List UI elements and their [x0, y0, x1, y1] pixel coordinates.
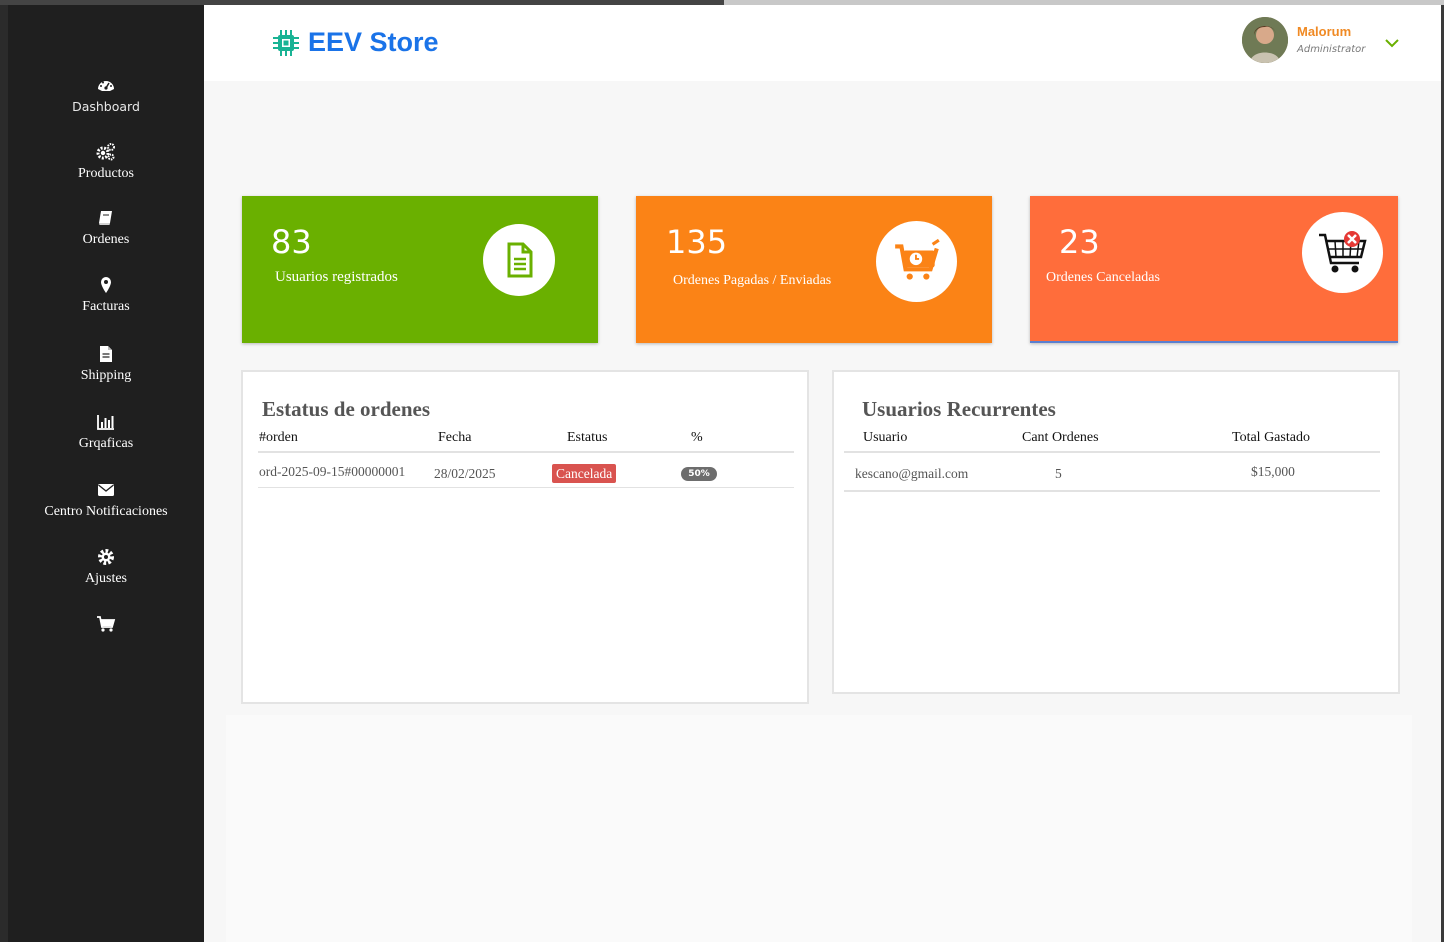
gear-icon [98, 549, 114, 565]
orders-status-panel: Estatus de ordenes #orden Fecha Estatus … [241, 370, 809, 704]
stat-card-usuarios[interactable]: 83 Usuarios registrados [242, 196, 598, 343]
stat-card-ordenes-canceladas[interactable]: 23 Ordenes Canceladas [1030, 196, 1398, 343]
file-icon [100, 346, 112, 362]
stat-icon-circle [1302, 212, 1383, 293]
user-email-cell: kescano@gmail.com [855, 466, 969, 481]
stat-label: Usuarios registrados [275, 269, 398, 285]
sidebar-item-dashboard[interactable]: Dashboard [8, 75, 204, 114]
sidebar-item-label: Centro Notificaciones [44, 504, 168, 519]
stat-icon-circle [876, 221, 957, 302]
column-header-cant-ordenes: Cant Ordenes [1022, 430, 1099, 445]
sidebar-item-label: Grqaficas [78, 436, 134, 451]
sidebar-item-cart[interactable] [8, 614, 204, 638]
sidebar-item-label: Dashboard [72, 99, 140, 114]
column-header-fecha: Fecha [438, 430, 472, 445]
sidebar-item-label: Productos [78, 166, 134, 181]
panel-title: Usuarios Recurrentes [862, 397, 1056, 421]
sidebar-item-notificaciones[interactable]: Centro Notificaciones [8, 480, 204, 520]
sidebar-item-shipping[interactable]: Shipping [8, 344, 204, 384]
cart-clock-icon [894, 238, 940, 280]
order-id-cell: ord-2025-09-15#00000001 [259, 464, 406, 479]
envelope-icon [98, 484, 114, 496]
stat-label: Ordenes Pagadas / Enviadas [673, 273, 832, 288]
user-role: Administrator [1297, 44, 1366, 55]
column-header-percent: % [691, 430, 703, 445]
column-header-orden: #orden [259, 430, 298, 445]
panel-title: Estatus de ordenes [262, 397, 431, 421]
user-name: Malorum [1297, 24, 1352, 39]
sidebar-item-label: Facturas [82, 299, 130, 314]
stat-value: 23 [1059, 223, 1100, 261]
row-divider [844, 490, 1380, 492]
stat-icon-circle [483, 224, 555, 296]
user-menu[interactable]: Malorum Administrator [1242, 17, 1402, 65]
sidebar-item-graficas[interactable]: Grqaficas [8, 412, 204, 452]
book-icon [99, 211, 112, 225]
stat-card-ordenes-pagadas[interactable]: 135 Ordenes Pagadas / Enviadas [636, 196, 992, 343]
sidebar-item-label: Shipping [80, 368, 132, 383]
sidebar-item-label: Ajustes [85, 571, 127, 586]
sidebar-item-facturas[interactable]: Facturas [8, 275, 204, 315]
percent-badge: 50% [681, 467, 717, 481]
stat-value: 83 [271, 223, 312, 261]
map-marker-icon [101, 277, 111, 293]
stat-value: 135 [666, 223, 728, 261]
cart-cancel-icon [1318, 230, 1367, 272]
column-header-total-gastado: Total Gastado [1232, 430, 1310, 445]
header-divider [844, 451, 1380, 453]
dashboard-icon [98, 81, 114, 91]
brand[interactable]: EEV Store [271, 27, 439, 58]
main-content: EEV Store Malorum Administrator 83 Usuar… [204, 5, 1441, 942]
chip-icon [273, 29, 299, 56]
status-badge: Cancelada [552, 464, 617, 483]
header-divider [258, 451, 794, 453]
gears-icon [96, 143, 115, 161]
lower-content-area [226, 715, 1412, 942]
sidebar: Dashboard Productos Ordenes Facturas Shi… [8, 5, 204, 942]
recurring-users-panel: Usuarios Recurrentes Usuario Cant Ordene… [832, 370, 1400, 694]
order-count-cell: 5 [1055, 466, 1062, 481]
stat-label: Ordenes Canceladas [1046, 270, 1160, 285]
column-header-estatus: Estatus [567, 430, 608, 445]
cart-icon [97, 616, 116, 632]
sidebar-item-label: Ordenes [82, 232, 130, 247]
total-spent-cell: $15,000 [1251, 464, 1295, 479]
sidebar-item-productos[interactable]: Productos [8, 142, 204, 182]
avatar [1242, 17, 1288, 63]
sidebar-item-ordenes[interactable]: Ordenes [8, 208, 204, 248]
chevron-down-icon[interactable] [1384, 37, 1400, 49]
row-divider [258, 487, 794, 488]
column-header-usuario: Usuario [863, 430, 908, 445]
sidebar-item-ajustes[interactable]: Ajustes [8, 547, 204, 587]
bar-chart-icon [97, 415, 114, 430]
top-header: EEV Store Malorum Administrator [204, 5, 1441, 81]
document-icon [507, 242, 533, 278]
brand-title: EEV Store [308, 27, 439, 57]
order-date-cell: 28/02/2025 [434, 466, 496, 481]
